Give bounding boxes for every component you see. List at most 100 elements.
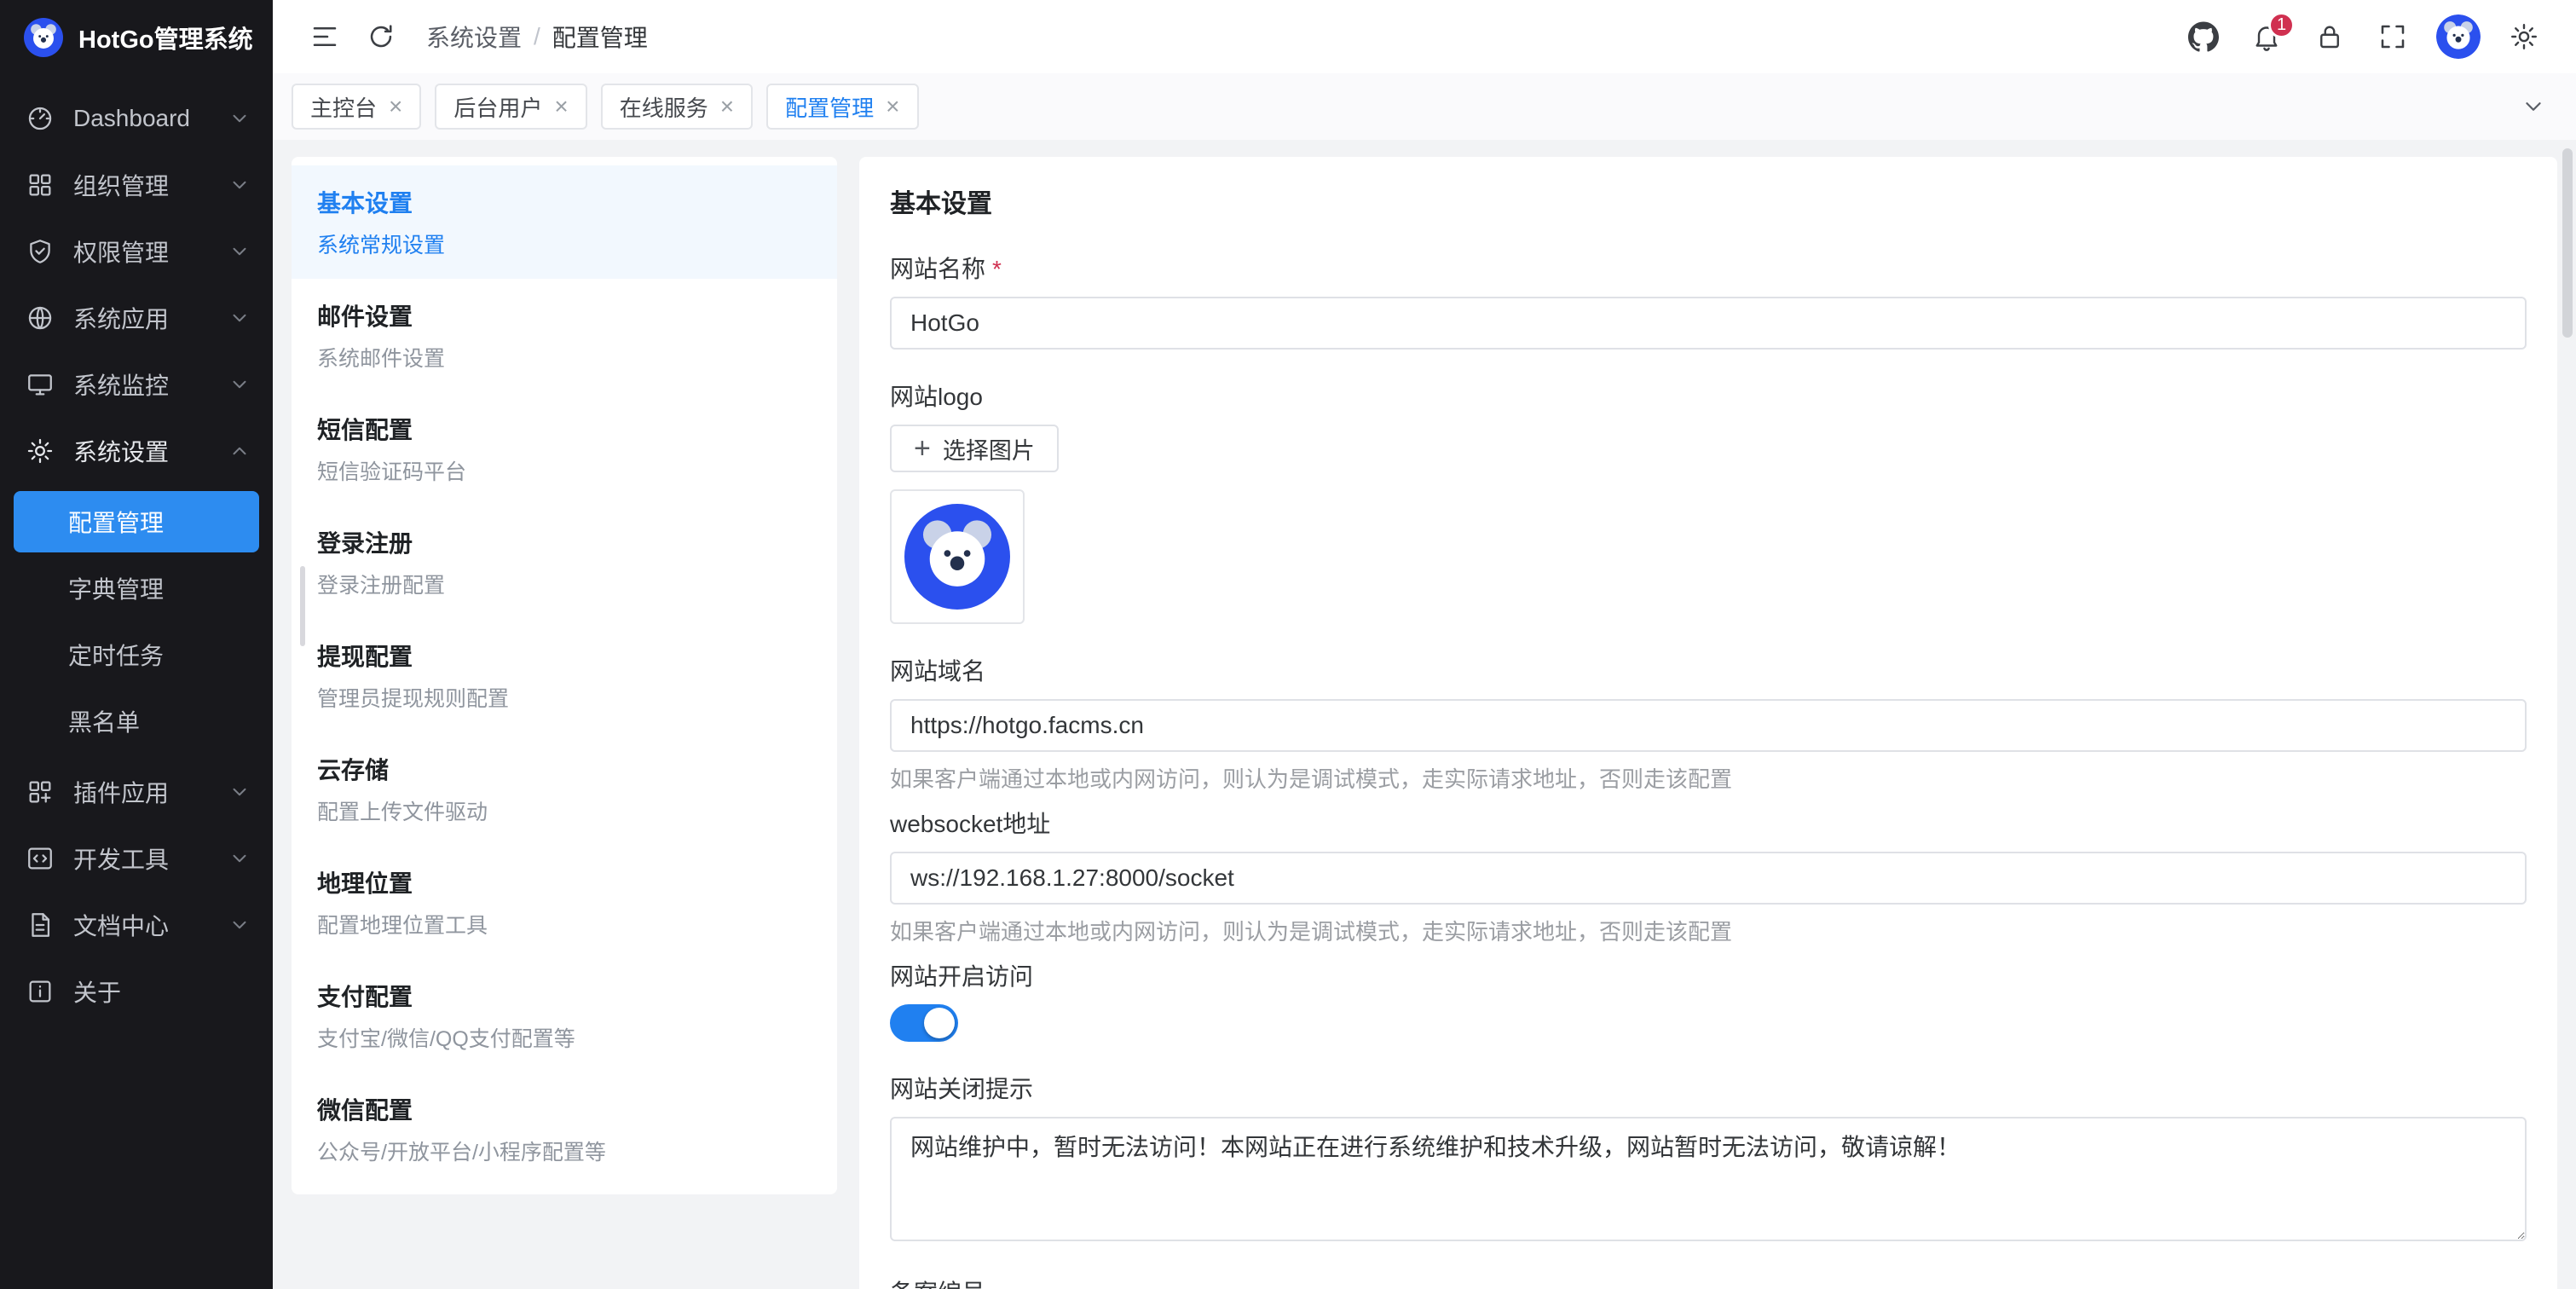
scrollbar-thumb[interactable] <box>300 566 305 646</box>
content-area: 基本设置 系统常规设置 邮件设置 系统邮件设置 短信配置 短信验证码平台 登录注… <box>273 140 2576 1289</box>
app-title: HotGo管理系统 <box>78 20 253 55</box>
breadcrumb: 系统设置 / 配置管理 <box>426 20 648 54</box>
websocket-input[interactable] <box>890 852 2527 905</box>
gear-icon <box>2509 21 2539 52</box>
fullscreen-button[interactable] <box>2368 12 2417 61</box>
lock-icon <box>2314 21 2345 52</box>
sidebar-item-label: 权限管理 <box>73 234 210 269</box>
menu-fold-icon <box>309 21 340 52</box>
settings-nav-item-withdraw[interactable]: 提现配置 管理员提现规则配置 <box>292 619 837 732</box>
icp-label: 备案编号 <box>890 1275 2527 1289</box>
close-icon[interactable]: × <box>389 95 402 118</box>
tab-online-service[interactable]: 在线服务 × <box>601 84 753 130</box>
tab-console[interactable]: 主控台 × <box>292 84 421 130</box>
settings-nav-title: 登录注册 <box>317 525 811 559</box>
avatar-logo-icon <box>2436 14 2481 59</box>
sidebar-item-label: 系统设置 <box>73 434 210 468</box>
close-icon[interactable]: × <box>720 95 734 118</box>
sidebar-item-plugins[interactable]: 插件应用 <box>0 759 273 825</box>
settings-nav-item-cloud-storage[interactable]: 云存储 配置上传文件驱动 <box>292 732 837 846</box>
settings-nav-subtitle: 管理员提现规则配置 <box>317 682 811 713</box>
sidebar: HotGo管理系统 Dashboard 组织管理 权限管理 系统应用 系统监控 <box>0 0 273 1289</box>
tab-options-button[interactable] <box>2510 83 2557 130</box>
site-access-toggle[interactable] <box>890 1004 958 1042</box>
close-tip-textarea[interactable]: 网站维护中，暂时无法访问！本网站正在进行系统维护和技术升级，网站暂时无法访问，敬… <box>890 1117 2527 1241</box>
sidebar-item-dev-tools[interactable]: 开发工具 <box>0 825 273 892</box>
github-button[interactable] <box>2179 12 2228 61</box>
settings-nav-item-basic[interactable]: 基本设置 系统常规设置 <box>292 165 837 279</box>
site-name-label: 网站名称 * <box>890 251 2527 285</box>
sidebar-subitem-dictionary[interactable]: 字典管理 <box>14 558 259 619</box>
avatar[interactable] <box>2436 14 2481 59</box>
sidebar-item-label: 文档中心 <box>73 908 210 942</box>
settings-nav-subtitle: 配置上传文件驱动 <box>317 795 811 826</box>
refresh-button[interactable] <box>356 12 406 61</box>
form-title: 基本设置 <box>890 182 2527 220</box>
plus-icon: + <box>914 434 931 463</box>
notifications-button[interactable]: 1 <box>2242 12 2291 61</box>
sidebar-item-system-settings[interactable]: 系统设置 <box>0 418 273 484</box>
expand-icon <box>2377 21 2408 52</box>
monitor-icon <box>26 370 55 399</box>
tab-admin-users[interactable]: 后台用户 × <box>435 84 586 130</box>
sidebar-item-label: 系统应用 <box>73 301 210 335</box>
site-logo-preview[interactable] <box>890 489 1025 624</box>
lock-screen-button[interactable] <box>2305 12 2354 61</box>
tab-label: 在线服务 <box>620 91 708 123</box>
sidebar-item-organization[interactable]: 组织管理 <box>0 152 273 218</box>
site-domain-input[interactable] <box>890 699 2527 752</box>
site-domain-label: 网站域名 <box>890 653 2527 687</box>
settings-button[interactable] <box>2499 12 2549 61</box>
settings-nav-item-email[interactable]: 邮件设置 系统邮件设置 <box>292 279 837 392</box>
settings-nav-item-payment[interactable]: 支付配置 支付宝/微信/QQ支付配置等 <box>292 959 837 1072</box>
globe-icon <box>26 303 55 332</box>
sidebar-item-system-monitor[interactable]: 系统监控 <box>0 351 273 418</box>
chevron-down-icon <box>228 174 251 196</box>
site-logo-field: 网站logo + 选择图片 <box>890 379 2527 624</box>
sidebar-subitem-label: 字典管理 <box>68 571 164 605</box>
github-icon <box>2188 21 2219 52</box>
breadcrumb-parent[interactable]: 系统设置 <box>426 20 522 54</box>
site-access-label: 网站开启访问 <box>890 958 2527 992</box>
sidebar-subitem-config-management[interactable]: 配置管理 <box>14 491 259 552</box>
icp-field: 备案编号 <box>890 1275 2527 1289</box>
settings-nav-subtitle: 配置地理位置工具 <box>317 909 811 939</box>
site-name-input[interactable] <box>890 297 2527 350</box>
settings-nav-title: 地理位置 <box>317 865 811 899</box>
select-image-button[interactable]: + 选择图片 <box>890 425 1059 472</box>
chevron-down-icon <box>228 307 251 329</box>
sidebar-subitem-label: 配置管理 <box>68 505 164 539</box>
tab-label: 配置管理 <box>785 91 874 123</box>
sidebar-subitem-cron-tasks[interactable]: 定时任务 <box>14 624 259 685</box>
settings-nav-item-login[interactable]: 登录注册 登录注册配置 <box>292 506 837 619</box>
tab-label: 主控台 <box>310 91 377 123</box>
chevron-down-icon <box>228 107 251 130</box>
sidebar-collapse-button[interactable] <box>300 12 349 61</box>
sidebar-item-system-apps[interactable]: 系统应用 <box>0 285 273 351</box>
sidebar-item-permissions[interactable]: 权限管理 <box>0 218 273 285</box>
page-scrollbar-thumb[interactable] <box>2562 148 2573 338</box>
sidebar-item-label: 关于 <box>73 974 251 1009</box>
close-tip-field: 网站关闭提示 网站维护中，暂时无法访问！本网站正在进行系统维护和技术升级，网站暂… <box>890 1071 2527 1246</box>
app-logo[interactable]: HotGo管理系统 <box>0 0 273 75</box>
breadcrumb-current: 配置管理 <box>552 20 648 54</box>
sidebar-item-docs[interactable]: 文档中心 <box>0 892 273 958</box>
sidebar-item-label: Dashboard <box>73 105 210 132</box>
sidebar-item-label: 开发工具 <box>73 841 210 876</box>
sidebar-subitem-blacklist[interactable]: 黑名单 <box>14 691 259 752</box>
settings-nav-item-geo[interactable]: 地理位置 配置地理位置工具 <box>292 846 837 959</box>
close-icon[interactable]: × <box>886 95 899 118</box>
document-icon <box>26 910 55 939</box>
settings-nav-title: 短信配置 <box>317 412 811 446</box>
sidebar-item-dashboard[interactable]: Dashboard <box>0 85 273 152</box>
chevron-down-icon <box>2521 94 2546 119</box>
chevron-down-icon <box>228 914 251 936</box>
settings-nav-item-sms[interactable]: 短信配置 短信验证码平台 <box>292 392 837 506</box>
settings-nav-title: 提现配置 <box>317 639 811 673</box>
sidebar-item-about[interactable]: 关于 <box>0 958 273 1025</box>
tab-config-management[interactable]: 配置管理 × <box>766 84 918 130</box>
reload-icon <box>366 21 396 52</box>
close-icon[interactable]: × <box>554 95 568 118</box>
settings-nav-item-wechat[interactable]: 微信配置 公众号/开放平台/小程序配置等 <box>292 1072 837 1186</box>
dashboard-icon <box>26 104 55 133</box>
